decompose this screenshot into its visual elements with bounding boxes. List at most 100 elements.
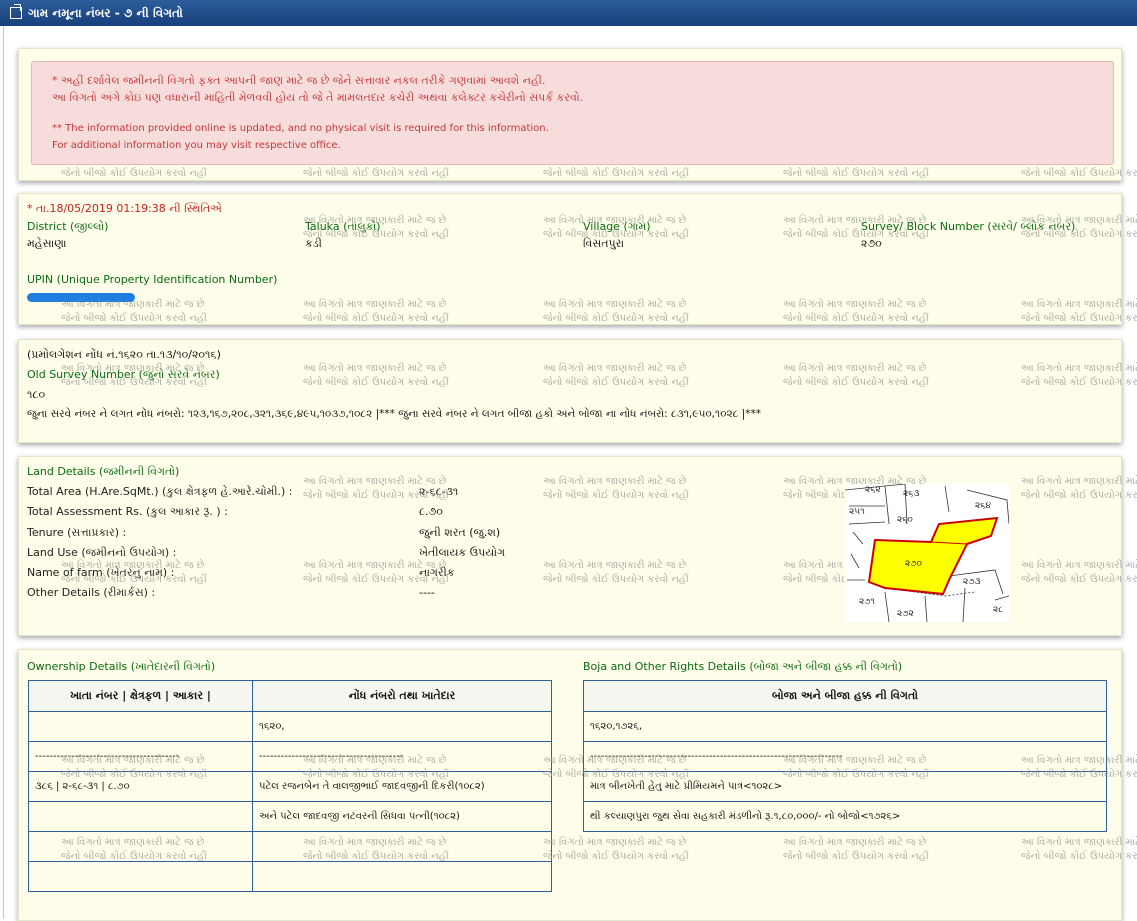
watermark-text: આ વિગતો માત્ર જાણકારી માટે જ છેજેનો બીજો…: [61, 299, 207, 324]
farm-name-value: નાગરીક: [419, 566, 455, 579]
old-survey-value: ૧૮૦: [27, 388, 46, 401]
account-area-assessment-header: ખાતા નંબર | ક્ષેત્રફળ | આકાર |: [28, 680, 253, 712]
land-details-panel: Land Details (જમીનની વિગતો) Total Area (…: [18, 456, 1137, 636]
plot-number-label: ૨૬૨: [865, 485, 881, 495]
plot-number-label: ૨૬૩: [903, 489, 919, 499]
survey-number-value: ૨૭૦: [861, 237, 882, 250]
table-row: [28, 831, 552, 862]
village-label: Village (ગામ): [583, 220, 651, 233]
table-cell: અને પટેલ જાદવજી નટવરની સિધવા પત્ની(૧૦૮૨): [252, 801, 552, 832]
watermark-text: આ વિગતો માત્ર જાણકારી માટે જ છેજેનો બીજો…: [1021, 299, 1137, 324]
notice-gujarati-line-1: * અહીં દર્શાવેલ જમીનની વિગતો ફક્ત આપની જ…: [52, 74, 546, 87]
watermark-text: આ વિગતો માત્ર જાણકારી માટે જ છેજેનો બીજો…: [303, 299, 449, 324]
watermark-text: આ વિગતો માત્ર જાણકારી માટે જ છેજેનો બીજો…: [783, 299, 929, 324]
table-row: ----------------------------------------…: [28, 741, 552, 772]
watermark-text: આ વિગતો માત્ર જાણકારી માટે જ છેજેનો બીજો…: [783, 837, 929, 862]
plot-number-label: ૨૭૨: [897, 609, 915, 619]
document-icon: [10, 4, 22, 19]
land-use-value: ખેતીલાયક ઉપયોગ: [419, 546, 506, 559]
watermark-text: આ વિગતો માત્ર જાણકારી માટે જ છેજેનો બીજો…: [1021, 476, 1137, 501]
watermark-text: આ વિગતો માત્ર જાણકારી માટે જ છેજેનો બીજો…: [1021, 837, 1137, 862]
plot-number-label: ૨૮: [993, 605, 1003, 615]
taluka-value: કડી: [305, 237, 322, 250]
table-cell: પટેલ રજનબેન તે વાલજીભાઈ જાદવજીની દિકરી(૧…: [252, 771, 552, 802]
land-details-heading: Land Details (જમીનની વિગતો): [27, 465, 180, 478]
watermark-text: આ વિગતો માત્ર જાણકારી માટે જ છેજેનો બીજો…: [543, 560, 689, 585]
watermark-text: આ વિગતો માત્ર જાણકારી માટે જ છેજેનો બીજો…: [543, 476, 689, 501]
entry-holder-header: નોંધ નંબરો તથા ખાતેદાર: [252, 680, 552, 712]
land-use-label: Land Use (જમીનનો ઉપયોગ) :: [27, 546, 177, 559]
watermark-text: આ વિગતો માત્ર જાણકારી માટે જ છેજેનો બીજો…: [1021, 560, 1137, 585]
window-title-bar: ગામ નમૂના નંબર - ૭ ની વિગતો: [0, 0, 1137, 26]
notice-gujarati-line-2: આ વિગતો અંગે કોઇ પણ વધારાની માહિતી મેળવવ…: [52, 91, 584, 104]
plot-number-label: ૨૬૦: [897, 515, 913, 525]
total-assessment-label: Total Assessment Rs. (કુલ આકાર રૂ. ) :: [27, 505, 228, 518]
watermark-text: જેનો બીજો કોઈ ઉપયોગ કરવો નહીં: [1021, 168, 1137, 179]
table-cell: ----------------------------------------: [252, 741, 552, 772]
table-row: અને પટેલ જાદવજી નટવરની સિધવા પત્ની(૧૦૮૨): [28, 801, 552, 832]
total-area-label: Total Area (H.Are.SqMt.) (કુલ ક્ષેત્રફળ …: [27, 485, 293, 498]
total-area-value: ૨-૬૮-૩૧: [419, 485, 459, 498]
upin-label: UPIN (Unique Property Identification Num…: [27, 273, 278, 286]
watermark-text: આ વિગતો માત્ર જાણકારી માટે જ છેજેનો બીજો…: [543, 299, 689, 324]
other-details-value: ----: [419, 586, 435, 599]
table-cell: [28, 711, 253, 742]
plot-number-label: ૨૭૧: [859, 597, 876, 607]
plot-number-label: ૨૫૧: [849, 507, 865, 517]
table-cell: [28, 801, 253, 832]
page-title: ગામ નમૂના નંબર - ૭ ની વિગતો: [28, 5, 183, 20]
plot-number-label: ૨૭૩: [963, 577, 981, 587]
table-cell: ૩૮૬ | ૨-૬૮-૩૧ | ૮.૭૦: [28, 771, 253, 802]
table-cell: [252, 861, 552, 892]
table-cell: ----------------------------------------: [28, 741, 253, 772]
tenure-value: જુની શરત (જુ.શ): [419, 526, 501, 539]
table-row: થી કલ્યાણપુરા જુથ સેવા સહકારી મંડળીનો રૂ…: [583, 801, 1107, 832]
related-entry-numbers: જુના સરવે નંબર ને લગત નોંધ નંબરો: ૧૨૩,૧૬…: [27, 408, 762, 420]
table-cell: થી કલ્યાણપુરા જુથ સેવા સહકારી મંડળીનો રૂ…: [583, 801, 1107, 832]
watermark-text: આ વિગતો માત્ર જાણકારી માટે જ છેજેનો બીજો…: [303, 363, 449, 388]
table-row: ૧૬૨૦,: [28, 711, 552, 742]
watermark-text: જેનો બીજો કોઈ ઉપયોગ કરવો નહીં: [783, 168, 929, 179]
old-survey-label: Old Survey Number (જુનો સરવે નંબર): [27, 368, 220, 381]
table-cell: [28, 831, 253, 862]
watermark-text: આ વિગતો માત્ર જાણકારી માટે જ છેજેનો બીજો…: [543, 837, 689, 862]
notice-english-line-2: For additional information you may visit…: [52, 140, 341, 151]
watermark-text: જેનો બીજો કોઈ ઉપયોગ કરવો નહીં: [303, 168, 449, 179]
table-cell: ૧૬૨૦,: [252, 711, 552, 742]
tenure-label: Tenure (સત્તાપ્રકાર) :: [27, 526, 127, 539]
plot-map-drawing: ૨૬૨ ૨૬૩ ૨૬૪ ૨૫૧ ૨૬૦ ૨૭૦ ૨૭૩ ૨૭૧ ૨૭૨ ૨૮: [844, 483, 1010, 623]
plot-number-label: ૨૬૪: [975, 501, 991, 511]
watermark-text: જેનો બીજો કોઈ ઉપયોગ કરવો નહીં: [543, 168, 689, 179]
boja-table: બોજા અને બીજા હક્ક ની વિગતો ૧૬૨૦,૧૭૨૬, -…: [583, 680, 1107, 832]
boja-rights-header: બોજા અને બીજા હક્ક ની વિગતો: [583, 680, 1107, 712]
table-row: ----------------------------------------…: [583, 741, 1107, 772]
watermark-text: આ વિગતો માત્ર જાણકારી માટે જ છેજેનો બીજો…: [1021, 363, 1137, 388]
table-cell: [252, 831, 552, 862]
survey-plot-map: ૨૬૨ ૨૬૩ ૨૬૪ ૨૫૧ ૨૬૦ ૨૭૦ ૨૭૩ ૨૭૧ ૨૭૨ ૨૮: [844, 483, 1010, 623]
village-value: વિસતપુરા: [583, 237, 625, 250]
notice-panel: * અહીં દર્શાવેલ જમીનની વિગતો ફક્ત આપની જ…: [18, 48, 1137, 181]
plot-number-label: ૨૭૦: [905, 559, 923, 569]
district-value: મહેસાણા: [27, 237, 67, 250]
boja-heading: Boja and Other Rights Details (બોજા અને …: [583, 660, 903, 673]
taluka-label: Taluka (તાલુકો): [305, 220, 381, 233]
other-details-label: Other Details (રીમાર્કસ) :: [27, 586, 156, 599]
table-cell: માત્ર બીનખેતી હેતુ માટે પ્રીમિયમને પાત્ર…: [583, 771, 1107, 802]
disclaimer-alert: * અહીં દર્શાવેલ જમીનની વિગતો ફક્ત આપની જ…: [31, 61, 1114, 165]
promulgation-note: (પ્રમોલગેશન નોંધ નં.૧૬૨૦ તા.૧૩/૧૦/૨૦૧૬): [27, 348, 221, 361]
status-timestamp: * તા.18/05/2019 01:19:38 ની સ્થિતિએ: [27, 202, 222, 215]
ownership-panel: Ownership Details (ખાતેદારની વિગતો) Boja…: [18, 649, 1137, 921]
ownership-table: ખાતા નંબર | ક્ષેત્રફળ | આકાર | નોંધ નંબર…: [28, 680, 552, 892]
table-cell: [28, 861, 253, 892]
table-row: [28, 861, 552, 892]
redacted-upin-value: [27, 293, 135, 302]
district-label: District (જીલ્લો): [27, 220, 109, 233]
survey-number-label: Survey/ Block Number (સરવે/ બ્લોક નંબર): [861, 220, 1076, 233]
table-row: માત્ર બીનખેતી હેતુ માટે પ્રીમિયમને પાત્ર…: [583, 771, 1107, 802]
ownership-heading: Ownership Details (ખાતેદારની વિગતો): [27, 660, 216, 673]
total-assessment-value: ૮.૭૦: [419, 505, 443, 518]
farm-name-label: Name of farm (ખેતરનું નામ) :: [27, 566, 175, 579]
watermark-text: આ વિગતો માત્ર જાણકારી માટે જ છેજેનો બીજો…: [783, 363, 929, 388]
notice-english-line-1: ** The information provided online is up…: [52, 123, 549, 134]
watermark-text: જેનો બીજો કોઈ ઉપયોગ કરવો નહીં: [61, 168, 207, 179]
